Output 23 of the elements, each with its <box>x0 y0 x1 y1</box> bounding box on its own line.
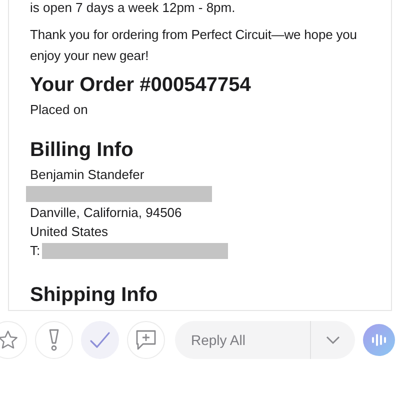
billing-country: United States <box>30 223 110 241</box>
phone-label: T: <box>30 242 40 260</box>
shipping-heading: Shipping Info <box>30 283 159 308</box>
star-icon <box>0 329 19 351</box>
billing-heading: Billing Info <box>30 138 134 163</box>
comment-button[interactable] <box>127 321 165 359</box>
checkmark-icon <box>89 331 111 349</box>
star-button[interactable] <box>0 321 27 359</box>
billing-city: Danville, California, 94506 <box>30 204 183 222</box>
voice-button[interactable] <box>363 324 395 356</box>
reply-all-control[interactable]: Reply All <box>175 321 355 359</box>
flag-button[interactable] <box>35 321 73 359</box>
reply-all-button[interactable]: Reply All <box>175 332 310 348</box>
placed-on-text: Placed on <box>30 101 89 119</box>
billing-name: Benjamin Standefer <box>30 166 146 184</box>
waveform-icon <box>371 333 387 347</box>
comment-plus-icon <box>135 329 157 351</box>
chevron-down-icon <box>325 335 341 345</box>
body-text: Thank you for ordering from Perfect Circuit—we hope you enjoy your new gear! <box>30 26 358 65</box>
exclamation-icon <box>47 328 61 352</box>
order-heading: Your Order #000547754 <box>30 73 252 98</box>
body-text: is open 7 days a week 12pm - 8pm. <box>30 0 236 17</box>
check-button[interactable] <box>81 321 119 359</box>
